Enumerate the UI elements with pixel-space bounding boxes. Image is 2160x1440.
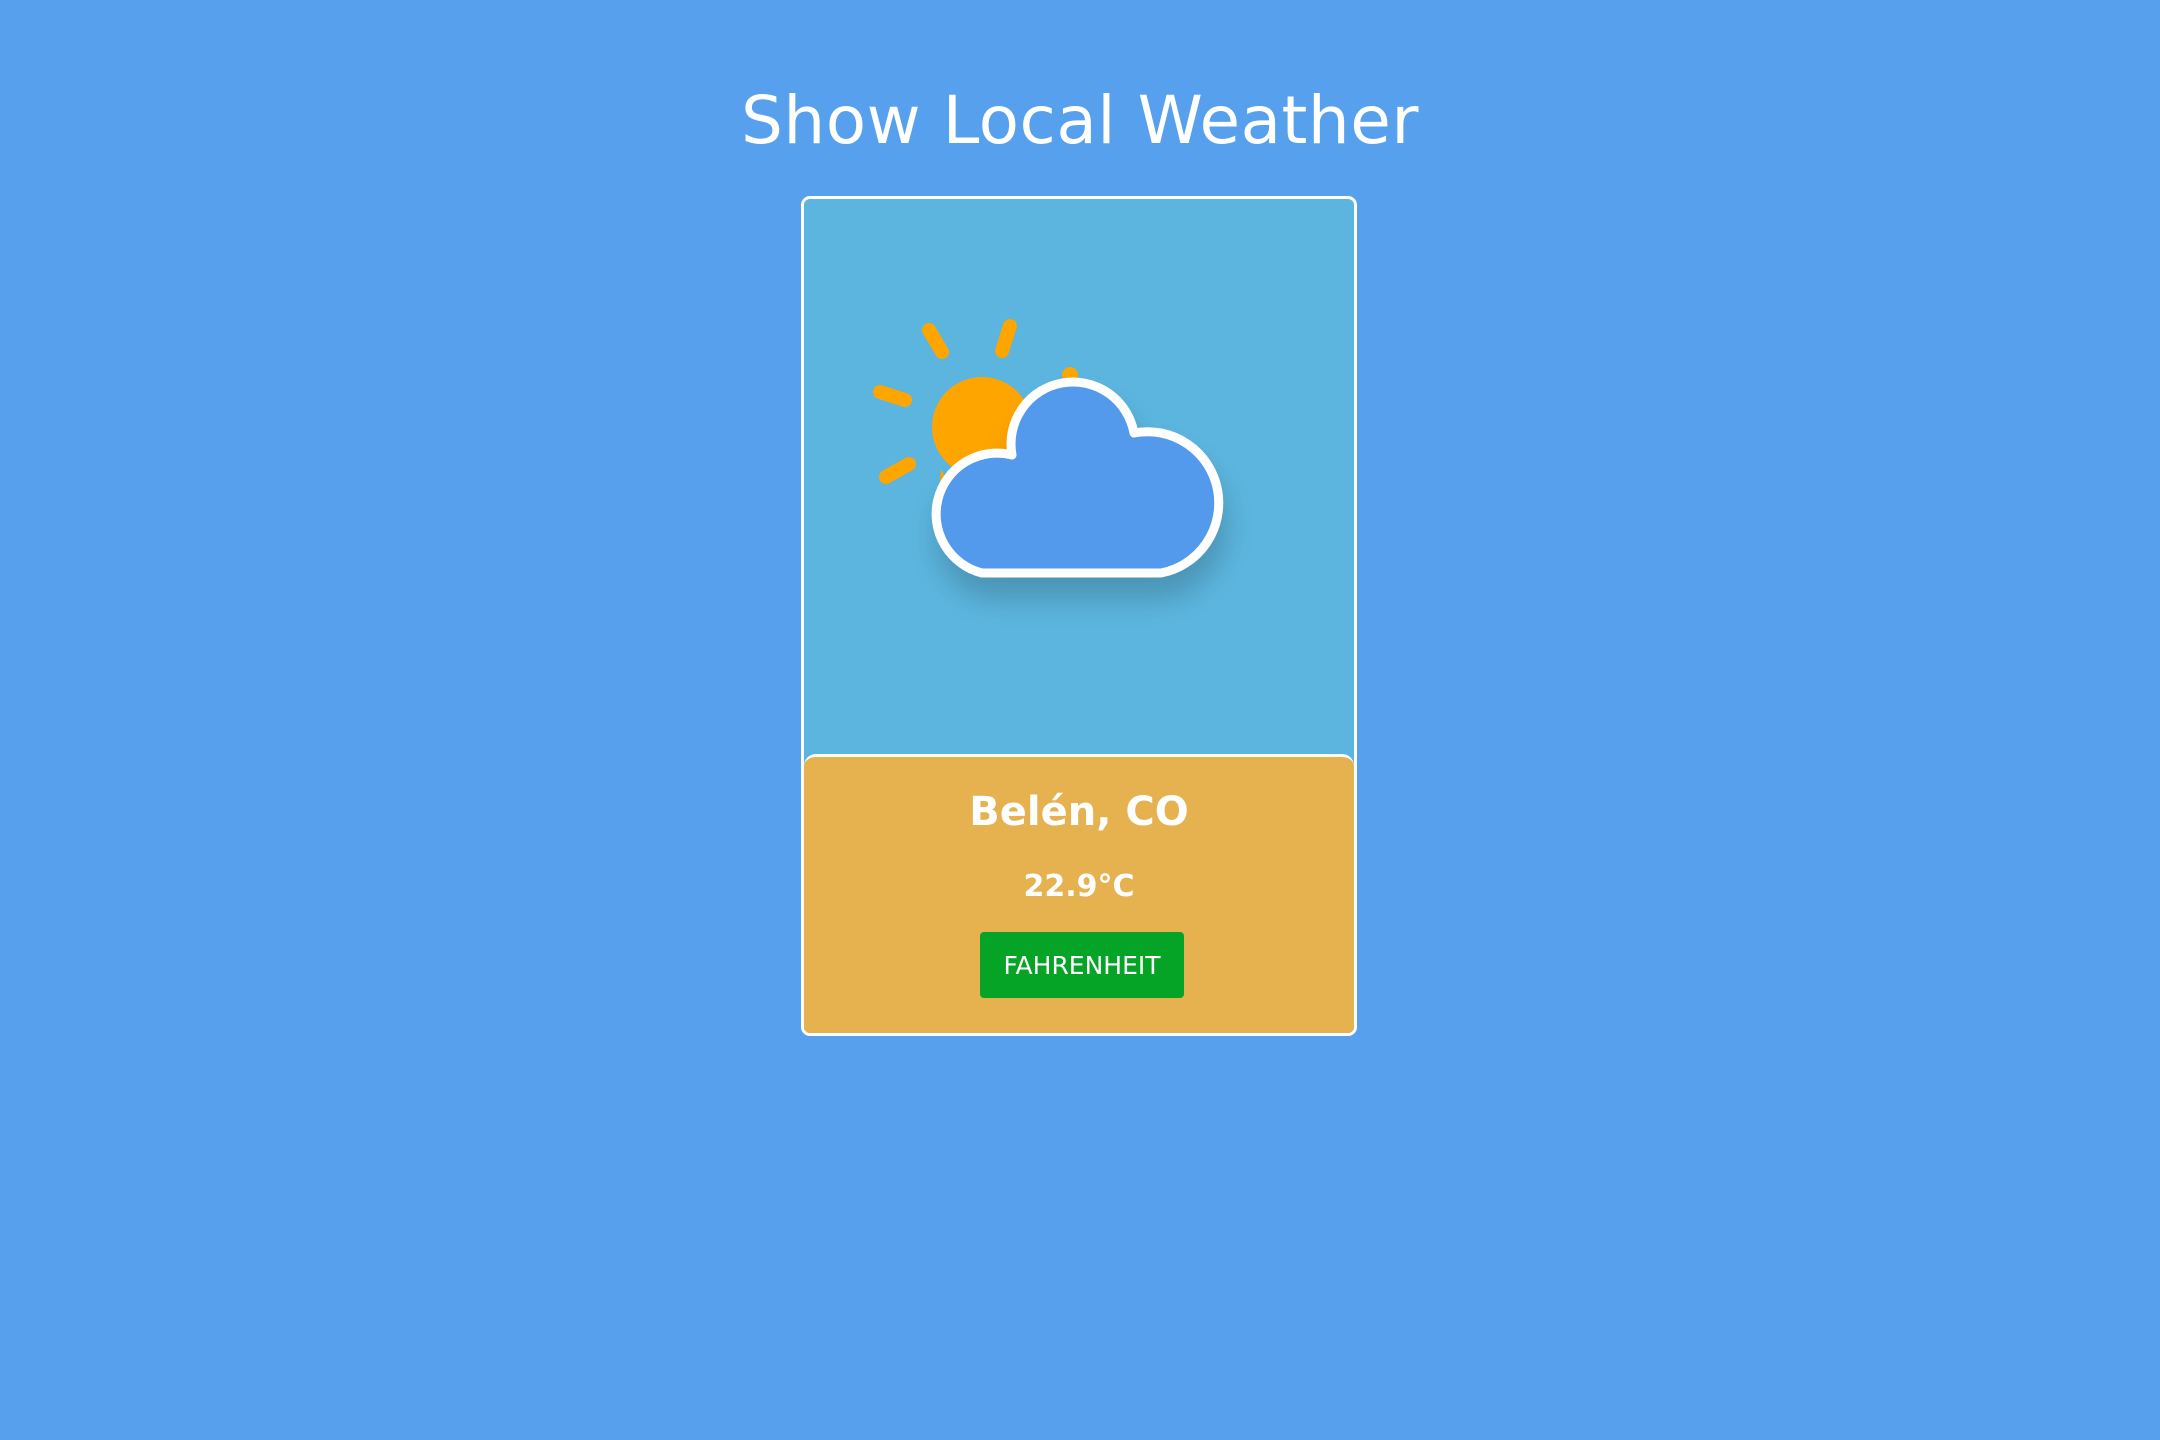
location-name: Belén, CO	[969, 789, 1189, 835]
weather-card: Belén, CO 22.9°C FAHRENHEIT	[801, 196, 1357, 1036]
partly-cloudy-icon	[873, 319, 1224, 578]
weather-icon-area	[804, 199, 1354, 755]
weather-info-panel: Belén, CO 22.9°C FAHRENHEIT	[804, 754, 1354, 1033]
fahrenheit-toggle-button[interactable]: FAHRENHEIT	[980, 932, 1184, 998]
page-title: Show Local Weather	[741, 82, 1419, 159]
temperature-value: 22.9°C	[1023, 869, 1135, 904]
